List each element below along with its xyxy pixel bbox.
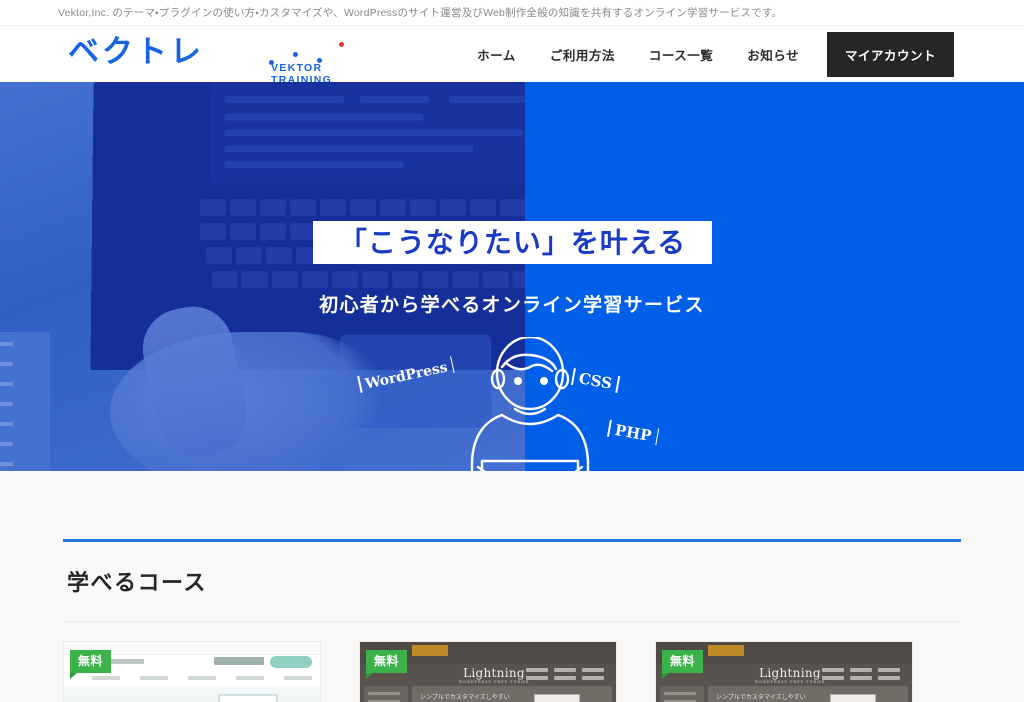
- course-card[interactable]: 無料 しっかり相談できるずっと通える サンプル歯科医院: [63, 641, 321, 702]
- nav-item-home[interactable]: ホーム: [460, 45, 533, 64]
- nav-item-news[interactable]: お知らせ: [730, 45, 816, 64]
- hero-title-box: 「こうなりたい」を叶える: [313, 221, 712, 264]
- free-badge: 無料: [662, 650, 704, 679]
- hero-subtitle: 初心者から学べるオンライン学習サービス: [319, 294, 705, 316]
- person-with-laptop-icon: [470, 337, 590, 471]
- notice-bar: Vektor,Inc. のテーマ・プラグインの使い方・カスタマイズや、WordP…: [0, 0, 1024, 26]
- hero-title: 「こうなりたい」を叶える: [338, 225, 687, 259]
- site-logo[interactable]: ベクトレ VEKTOR TRAINING: [58, 32, 344, 86]
- thumb-copy-1: シンプルでカスタマイズしやすい: [420, 695, 510, 701]
- free-badge: 無料: [366, 650, 408, 679]
- site-header: ベクトレ VEKTOR TRAINING ホーム ご利用方法 コース一覧 お知ら…: [0, 26, 1024, 86]
- logo-text: ベクトレ: [68, 34, 204, 70]
- section-title-courses: 学べるコース: [67, 571, 207, 596]
- course-card[interactable]: 無料 Lightning WORDPRESS FREE THEME シンプルでカ…: [655, 641, 913, 702]
- my-account-button[interactable]: マイアカウント: [826, 31, 954, 77]
- courses-section: 学べるコース 無料 しっかり相談できるずっと: [0, 471, 1024, 702]
- free-badge: 無料: [70, 650, 112, 679]
- course-card-grid: 無料 しっかり相談できるずっと通える サンプル歯科医院: [63, 622, 961, 702]
- notice-text: Vektor,Inc. のテーマ・プラグインの使い方・カスタマイズや、WordP…: [58, 7, 783, 19]
- hero-banner: WordPress CSS PHP 「こうなりたい」を叶える 初心者から学べるオ…: [0, 82, 1024, 471]
- thumb-copy-1: シンプルでカスタマイズしやすい: [716, 695, 806, 701]
- course-card[interactable]: 無料 Lightning WORDPRESS FREE THEME シンプルでカ…: [359, 641, 617, 702]
- nav-item-howto[interactable]: ご利用方法: [533, 45, 632, 64]
- nav-item-courses[interactable]: コース一覧: [632, 45, 730, 64]
- main-navigation: ホーム ご利用方法 コース一覧 お知らせ マイアカウント: [460, 31, 954, 77]
